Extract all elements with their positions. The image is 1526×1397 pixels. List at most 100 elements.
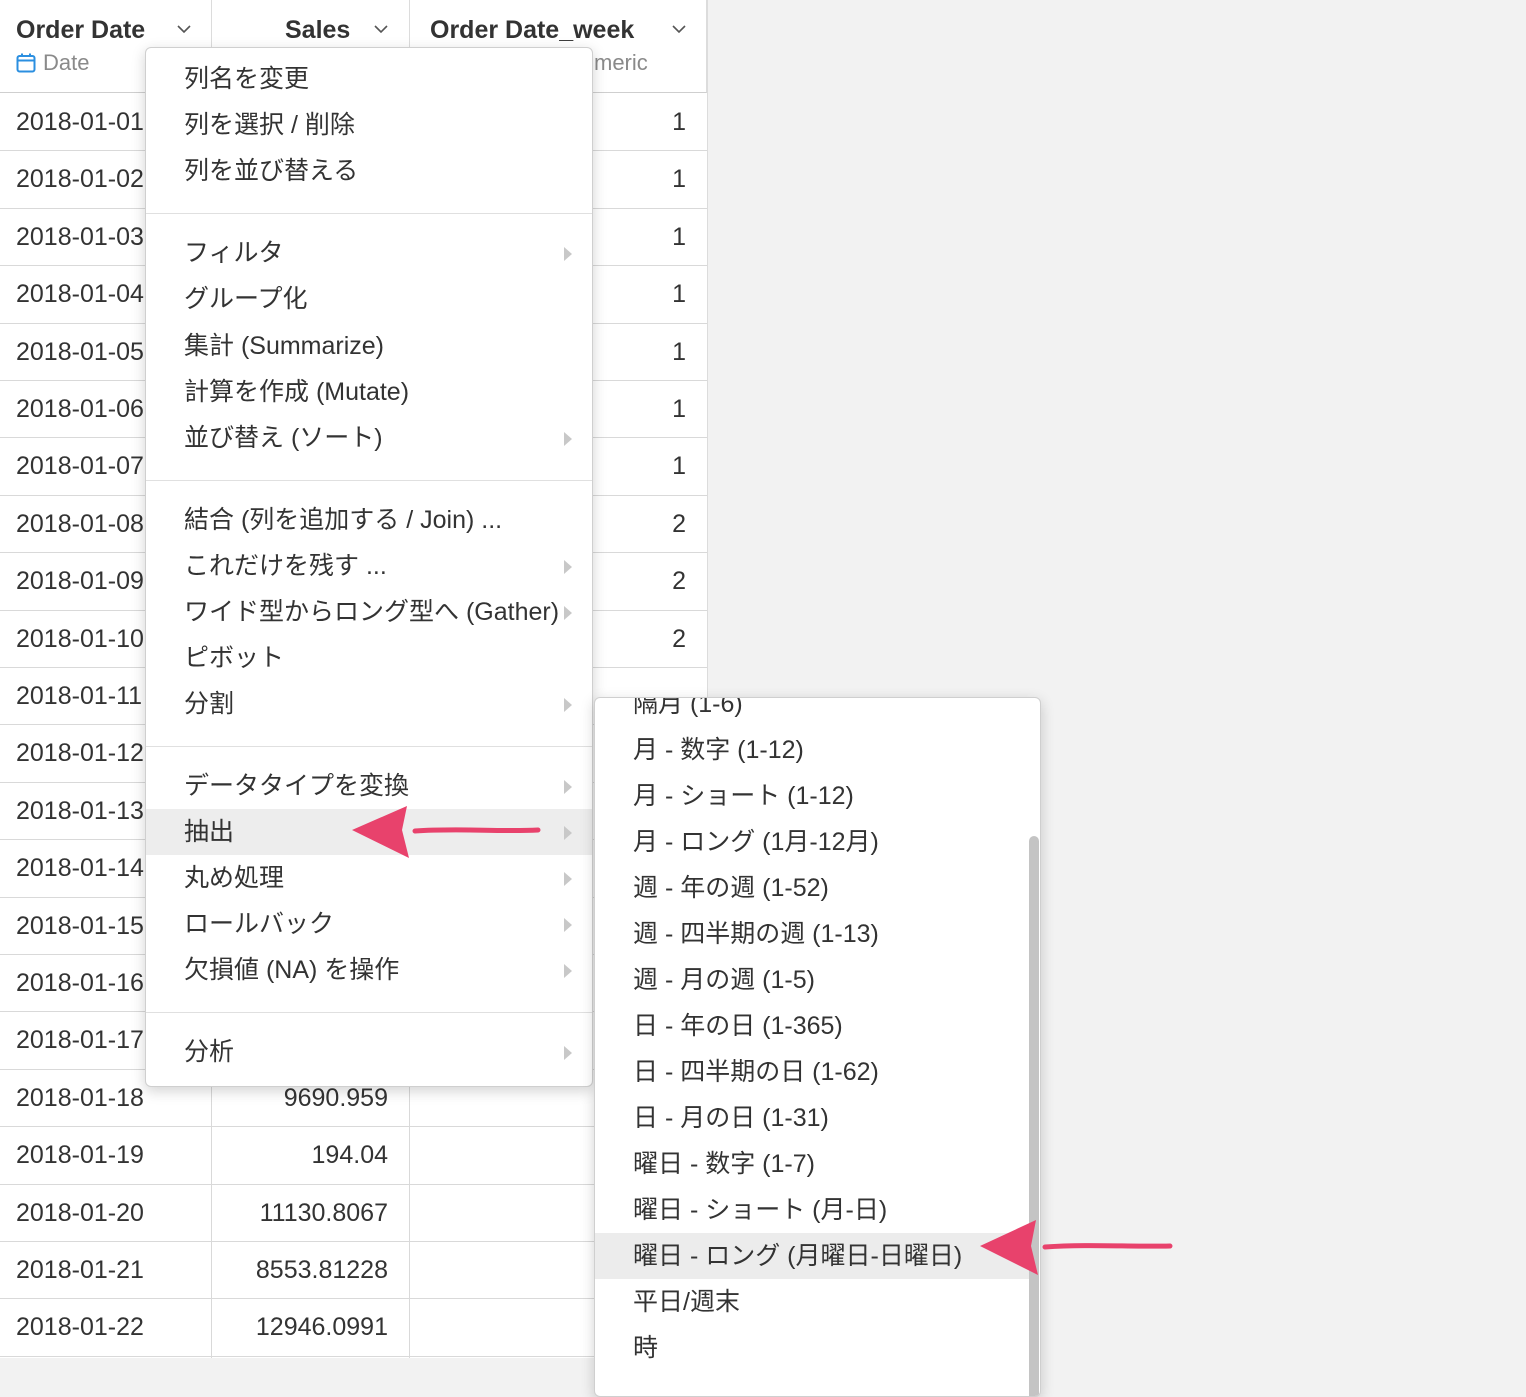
menu-item-label: 計算を作成 (Mutate): [184, 378, 410, 406]
menu-item[interactable]: 分析: [146, 1029, 592, 1075]
submenu-scrollbar[interactable]: [1029, 836, 1039, 1396]
submenu-caret-icon: [564, 780, 572, 794]
column-name: Order Date_week: [430, 16, 635, 44]
menu-item[interactable]: 列名を変更: [146, 56, 592, 102]
submenu-item[interactable]: 月 - ショート (1-12): [595, 773, 1029, 819]
chevron-down-icon[interactable]: [374, 22, 388, 36]
cell-order-date: 2018-01-13: [16, 796, 144, 825]
menu-item[interactable]: データタイプを変換: [146, 763, 592, 809]
submenu-item-label: 月 - ショート (1-12): [633, 782, 854, 810]
cell-order-date: 2018-01-03: [16, 222, 144, 251]
chevron-down-icon[interactable]: [672, 22, 686, 36]
submenu-item[interactable]: 日 - 月の日 (1-31): [595, 1095, 1029, 1141]
submenu-item-label: 時: [633, 1334, 659, 1362]
cell-sales: 8553.81228: [255, 1256, 388, 1284]
column-type: meric: [594, 50, 648, 75]
submenu-item[interactable]: 曜日 - ショート (月-日): [595, 1187, 1029, 1233]
submenu-item[interactable]: 週 - 年の週 (1-52): [595, 865, 1029, 911]
cell-order-date: 2018-01-12: [16, 739, 144, 768]
menu-item[interactable]: 計算を作成 (Mutate): [146, 369, 592, 415]
menu-item[interactable]: 分割: [146, 681, 592, 727]
submenu-item-label: 月 - ロング (1月-12月): [633, 828, 879, 856]
menu-item-label: 並び替え (ソート): [184, 424, 383, 452]
menu-item-label: データタイプを変換: [184, 772, 410, 800]
column-name: Order Date: [16, 16, 146, 44]
submenu-item[interactable]: 時: [595, 1325, 1029, 1371]
menu-item-label: フィルタ: [184, 239, 284, 267]
cell-order-date: 2018-01-20: [16, 1198, 144, 1227]
cell-order-date: 2018-01-10: [16, 624, 144, 653]
submenu-item[interactable]: 日 - 年の日 (1-365): [595, 1003, 1029, 1049]
submenu-item[interactable]: 週 - 四半期の週 (1-13): [595, 911, 1029, 957]
menu-item-label: グループ化: [184, 285, 308, 313]
cell-order-date: 2018-01-11: [16, 682, 143, 710]
menu-item[interactable]: ロールバック: [146, 901, 592, 947]
cell-order-date: 2018-01-09: [16, 567, 144, 596]
cell-order-date-week: 1: [672, 280, 686, 309]
submenu-item[interactable]: 週 - 月の週 (1-5): [595, 957, 1029, 1003]
menu-item-label: 欠損値 (NA) を操作: [184, 956, 400, 984]
extract-submenu: 隔月 (1-6) 月 - 数字 (1-12) 月 - ショート (1-12) 月 - …: [594, 697, 1041, 1397]
submenu-caret-icon: [564, 872, 572, 886]
menu-item[interactable]: フィルタ: [146, 230, 592, 276]
cell-order-date-week: 2: [672, 509, 686, 538]
submenu-item[interactable]: 日 - 四半期の日 (1-62): [595, 1049, 1029, 1095]
cell-order-date: 2018-01-06: [16, 395, 144, 423]
menu-item-label: 列を並び替える: [184, 157, 359, 185]
menu-item[interactable]: これだけを残す ...: [146, 543, 592, 589]
column-name: Sales: [285, 16, 351, 44]
submenu-caret-icon: [564, 918, 572, 932]
menu-item[interactable]: 欠損値 (NA) を操作: [146, 947, 592, 993]
submenu-item[interactable]: 隔月 (1-6): [595, 697, 1029, 727]
submenu-item-label: 日 - 年の日 (1-365): [633, 1012, 843, 1040]
menu-separator: [146, 480, 592, 481]
cell-order-date-week: 1: [672, 395, 686, 423]
menu-item[interactable]: ワイド型からロング型へ (Gather): [146, 589, 592, 635]
cell-order-date-week: 1: [672, 222, 686, 251]
chevron-down-icon[interactable]: [177, 22, 191, 36]
menu-item-label: 列を選択 / 削除: [184, 111, 355, 139]
submenu-caret-icon: [564, 964, 572, 978]
cell-order-date: 2018-01-08: [16, 509, 144, 538]
cell-order-date: 2018-01-15: [16, 911, 144, 940]
submenu-item[interactable]: 曜日 - ロング (月曜日-日曜日): [595, 1233, 1029, 1279]
menu-item[interactable]: グループ化: [146, 276, 592, 322]
submenu-item-label: 月 - 数字 (1-12): [633, 736, 804, 764]
submenu-caret-icon: [564, 606, 572, 620]
submenu-caret-icon: [564, 432, 572, 446]
submenu-item-label: 週 - 年の週 (1-52): [633, 874, 829, 902]
menu-item[interactable]: 列を選択 / 削除: [146, 102, 592, 148]
submenu-item[interactable]: 月 - ロング (1月-12月): [595, 819, 1029, 865]
cell-order-date-week: 1: [672, 452, 686, 481]
menu-item-label: 集計 (Summarize): [184, 332, 385, 360]
submenu-item-label: 曜日 - 数字 (1-7): [633, 1150, 815, 1178]
menu-item[interactable]: 結合 (列を追加する / Join) ...: [146, 497, 592, 543]
cell-sales: 194.04: [311, 1141, 388, 1170]
menu-item-label: 抽出: [184, 818, 235, 846]
menu-item-label: ピボット: [184, 644, 285, 672]
cell-sales: 11130.8067: [259, 1198, 388, 1227]
cell-order-date: 2018-01-16: [16, 969, 144, 997]
submenu-item[interactable]: 月 - 数字 (1-12): [595, 727, 1029, 773]
menu-item-label: ロールバック: [184, 910, 335, 938]
menu-item-label: 丸め処理: [184, 864, 285, 892]
cell-order-date: 2018-01-14: [16, 854, 144, 883]
menu-separator: [146, 746, 592, 747]
menu-item[interactable]: 列を並び替える: [146, 148, 592, 194]
submenu-item-label: 曜日 - ロング (月曜日-日曜日): [633, 1242, 963, 1270]
menu-item[interactable]: 丸め処理: [146, 855, 592, 901]
submenu-item-label: 日 - 月の日 (1-31): [633, 1104, 829, 1132]
menu-item[interactable]: 集計 (Summarize): [146, 323, 592, 369]
menu-item[interactable]: ピボット: [146, 635, 592, 681]
menu-item[interactable]: 並び替え (ソート): [146, 415, 592, 461]
submenu-item[interactable]: 曜日 - 数字 (1-7): [595, 1141, 1029, 1187]
menu-item[interactable]: 抽出: [146, 809, 592, 855]
menu-item-label: 分析: [184, 1038, 235, 1066]
cell-order-date: 2018-01-17: [16, 1026, 144, 1055]
calendar-icon: [16, 53, 36, 73]
submenu-item[interactable]: 平日/週末: [595, 1279, 1029, 1325]
menu-item-label: これだけを残す ...: [184, 552, 387, 580]
submenu-item-label: 平日/週末: [633, 1288, 740, 1316]
cell-order-date-week: 1: [672, 337, 686, 366]
submenu-item-label: 隔月 (1-6): [633, 697, 743, 718]
